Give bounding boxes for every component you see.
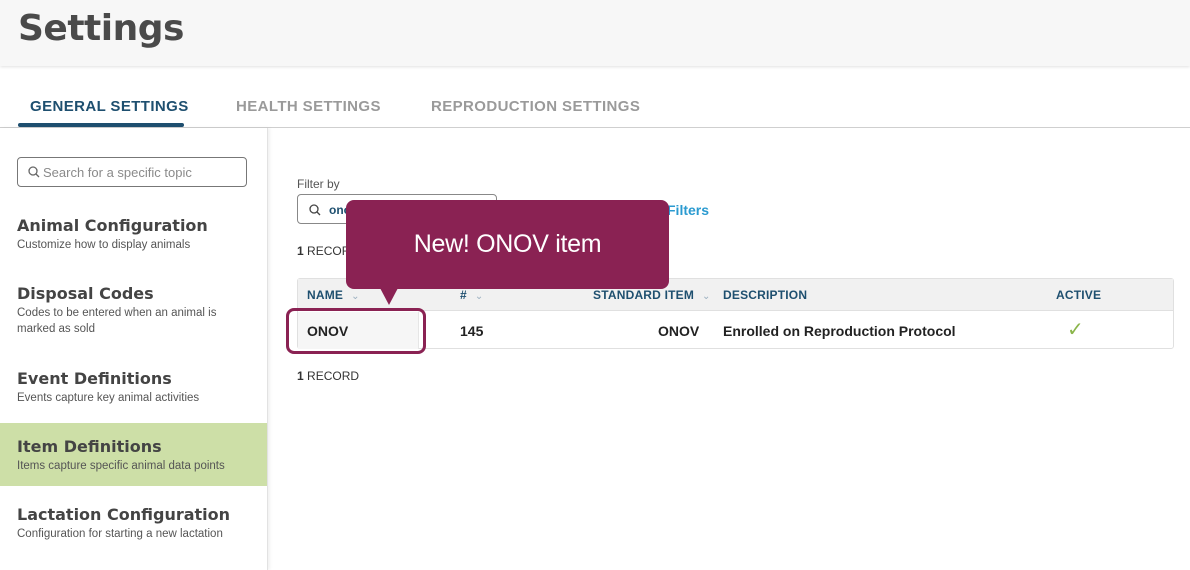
sidebar-item-item-definitions[interactable]: Item Definitions Items capture specific … bbox=[0, 423, 267, 486]
page-title: Settings bbox=[18, 8, 184, 49]
sidebar-item-title: Disposal Codes bbox=[17, 284, 154, 303]
sidebar-item-lactation-configuration[interactable]: Lactation Configuration Configuration fo… bbox=[0, 498, 267, 548]
column-header-number[interactable]: # ⌄ bbox=[460, 288, 483, 302]
sidebar-item-event-definitions[interactable]: Event Definitions Events capture key ani… bbox=[0, 361, 267, 411]
cell-description: Enrolled on Reproduction Protocol bbox=[723, 323, 956, 339]
tab-reproduction-settings[interactable]: REPRODUCTION SETTINGS bbox=[431, 98, 640, 115]
column-header-name[interactable]: NAME ⌄ bbox=[307, 288, 360, 302]
search-icon bbox=[28, 166, 40, 178]
sidebar-item-desc: Events capture key animal activities bbox=[17, 392, 200, 404]
sidebar-item-title: Item Definitions bbox=[17, 437, 162, 456]
search-icon bbox=[309, 204, 321, 216]
chevron-down-icon: ⌄ bbox=[474, 291, 484, 302]
callout-pointer bbox=[380, 288, 398, 305]
sidebar-item-desc: Customize how to display animals bbox=[17, 239, 191, 251]
record-count-number: 1 bbox=[297, 244, 304, 258]
topic-search-input[interactable] bbox=[43, 161, 243, 183]
sidebar-item-desc: Configuration for starting a new lactati… bbox=[17, 528, 223, 540]
sidebar-item-animal-configuration[interactable]: Animal Configuration Customize how to di… bbox=[0, 208, 267, 258]
highlight-annotation bbox=[286, 308, 426, 354]
sidebar-item-title: Lactation Configuration bbox=[17, 505, 231, 524]
topic-search[interactable] bbox=[17, 157, 247, 187]
sidebar-item-title: Animal Configuration bbox=[17, 216, 208, 235]
sidebar: Animal Configuration Customize how to di… bbox=[0, 128, 268, 570]
sidebar-item-title: Event Definitions bbox=[17, 369, 172, 388]
record-count-label: RECORD bbox=[307, 369, 360, 383]
column-header-standard-item[interactable]: STANDARD ITEM ⌄ bbox=[593, 288, 711, 302]
cell-standard-item: ONOV bbox=[658, 323, 700, 339]
filter-label: Filter by bbox=[297, 177, 340, 191]
active-tab-indicator bbox=[18, 123, 184, 127]
sidebar-item-disposal-codes[interactable]: Disposal Codes Codes to be entered when … bbox=[0, 276, 267, 342]
record-count-bottom: 1 RECORD bbox=[297, 369, 359, 383]
chevron-down-icon: ⌄ bbox=[351, 291, 360, 302]
cell-number: 145 bbox=[460, 323, 484, 339]
settings-tabs: GENERAL SETTINGS HEALTH SETTINGS REPRODU… bbox=[0, 86, 1190, 128]
callout-annotation: New! ONOV item bbox=[346, 200, 669, 289]
callout-text: New! ONOV item bbox=[413, 230, 602, 258]
tab-health-settings[interactable]: HEALTH SETTINGS bbox=[236, 98, 381, 115]
record-count-number: 1 bbox=[297, 369, 304, 383]
filters-link[interactable]: Filters bbox=[667, 202, 709, 218]
tab-general-settings[interactable]: GENERAL SETTINGS bbox=[30, 98, 189, 115]
sidebar-item-desc: Items capture specific animal data point… bbox=[17, 460, 225, 472]
active-check-icon: ✓ bbox=[1067, 319, 1084, 341]
column-header-active[interactable]: ACTIVE bbox=[1056, 288, 1101, 302]
page-header: Settings bbox=[0, 0, 1190, 66]
chevron-down-icon: ⌄ bbox=[702, 291, 711, 302]
column-header-description[interactable]: DESCRIPTION bbox=[723, 288, 807, 302]
sidebar-item-desc: Codes to be entered when an animal is ma… bbox=[17, 307, 217, 335]
